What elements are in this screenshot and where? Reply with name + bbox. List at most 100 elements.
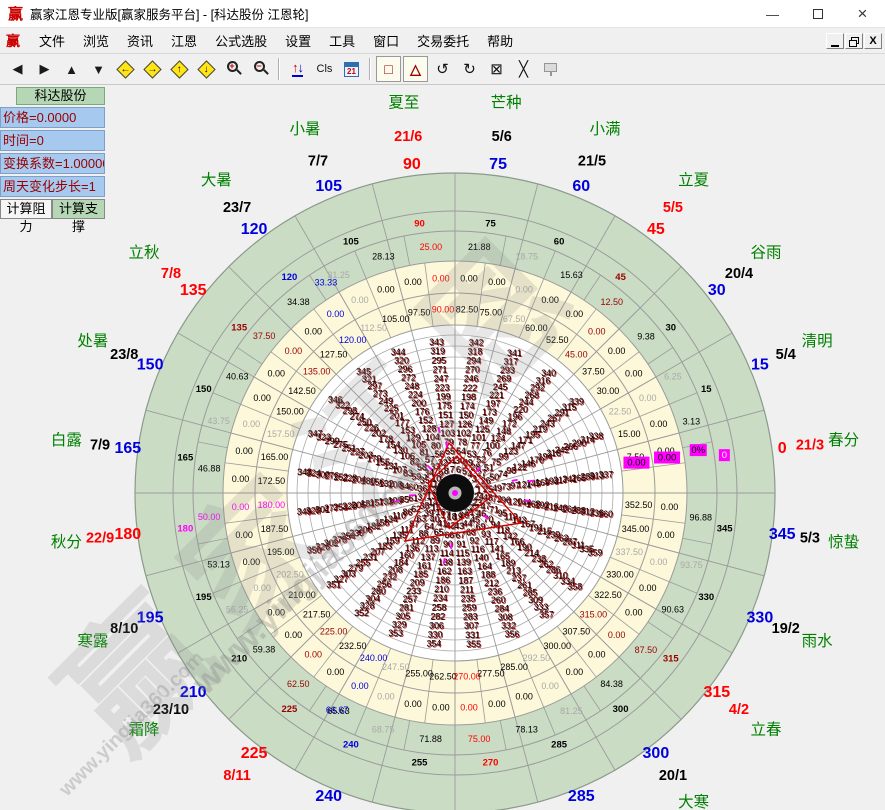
zero-ring-label: 0.00 (566, 667, 584, 677)
zero-ring-label: 0.00 (243, 557, 261, 567)
zero-ring-label: 0.00 (232, 502, 250, 512)
price-ring-label: 315.00 (580, 609, 608, 619)
menu-item-资讯[interactable]: 资讯 (118, 28, 162, 53)
menu-item-交易委托[interactable]: 交易委托 (408, 28, 478, 53)
outer-degree-label: 300 (643, 745, 670, 762)
zero-ring-label: 0.00 (515, 692, 533, 702)
solar-term-label: 谷雨 (750, 243, 781, 261)
nav-up-button[interactable]: ▲ (59, 56, 84, 82)
highlight-cell-value: 0.00 (627, 458, 646, 469)
mdi-restore-button[interactable] (845, 33, 863, 49)
sort-updown-button[interactable]: ↑↓ (285, 56, 310, 82)
solar-date-label: 23/8 (110, 347, 138, 363)
price-ring-label: 67.50 (503, 314, 526, 324)
solar-date-label: 5/6 (492, 129, 512, 145)
mdi-minimize-button[interactable] (826, 33, 844, 49)
grid-box-button[interactable]: ⊠ (484, 56, 509, 82)
parameter-field: 价格=0.0000 (0, 107, 105, 128)
minimize-button[interactable]: — (750, 0, 795, 28)
outer-degree-label: 330 (747, 609, 774, 626)
percent-ring-label: 59.38 (253, 645, 276, 655)
toolbar-separator (369, 58, 371, 80)
rotate-ccw-button[interactable]: ↺ (430, 56, 455, 82)
calc-resistance-button[interactable]: 计算阻力 (0, 199, 52, 219)
outer-degree-label: 120 (241, 221, 268, 238)
shift-left-button[interactable]: ← (113, 56, 138, 82)
menu-item-帮助[interactable]: 帮助 (478, 28, 522, 53)
solar-date-label: 22/9 (86, 531, 114, 547)
zoom-in-button[interactable]: + (221, 56, 246, 82)
outer-degree-label: 345 (769, 526, 796, 543)
screen-button[interactable] (538, 56, 563, 82)
center-cross-button[interactable]: ╳ (511, 56, 536, 82)
nav-down-button[interactable]: ▼ (86, 56, 111, 82)
solar-term-label: 夏至 (388, 94, 419, 111)
menu-item-文件[interactable]: 文件 (30, 28, 74, 53)
solar-date-label: 7/8 (161, 266, 181, 282)
solar-term-label: 小暑 (289, 120, 320, 138)
menu-item-江恩[interactable]: 江恩 (162, 28, 206, 53)
close-button[interactable]: × (840, 0, 885, 28)
solar-date-label: 20/4 (725, 266, 753, 282)
shift-right-button[interactable]: → (140, 56, 165, 82)
solar-term-label: 立春 (750, 721, 781, 739)
zero-ring-label: 0.00 (351, 295, 369, 305)
solar-term-label: 春分 (828, 431, 859, 449)
application-window: 赢 赢家江恩专业版[赢家服务平台] - [科达股份 江恩轮] — × 赢 文件浏… (0, 0, 885, 810)
maximize-button[interactable] (795, 0, 840, 28)
solar-term-label: 寒露 (77, 631, 109, 650)
percent-ring-label: 78.13 (515, 724, 538, 734)
outer-degree-label: 90 (403, 156, 421, 173)
cls-button[interactable]: Cls (312, 56, 337, 82)
menu-item-浏览[interactable]: 浏览 (74, 28, 118, 53)
nav-right-button[interactable]: ▶ (32, 56, 57, 82)
highlight-cell-value: 0% (691, 445, 705, 456)
spiral-number: 24 (474, 491, 484, 501)
zero-ring-label: 0.00 (404, 277, 422, 287)
zero-ring-label: 0.00 (661, 502, 679, 512)
rotate-cw-button[interactable]: ↻ (457, 56, 482, 82)
degree-ring-label: 300 (613, 704, 629, 715)
percent-ring-label: 21.88 (468, 242, 491, 252)
zero-ring-label: 0.00 (625, 369, 643, 379)
mdi-close-button[interactable]: X (864, 33, 882, 49)
square-tool-button[interactable]: □ (376, 56, 401, 82)
zero-ring-label: 0.00 (488, 699, 506, 709)
solar-term-label: 清明 (802, 332, 833, 350)
gann-wheel-canvas[interactable]: 1530456075901051201351501651801952102252… (0, 85, 885, 810)
parameter-field: 变换系数=1.00000 (0, 153, 105, 174)
menu-item-工具[interactable]: 工具 (320, 28, 364, 53)
percent-ring-label: 28.13 (372, 252, 395, 262)
gann-wheel[interactable]: 1530456075901051201351501651801952102252… (0, 85, 885, 810)
price-ring-label: 292.50 (523, 653, 551, 663)
price-ring-label: 120.00 (339, 335, 367, 345)
window-title: 赢家江恩专业版[赢家服务平台] - [科达股份 江恩轮] (30, 4, 308, 23)
zero-ring-label: 0.00 (304, 650, 322, 660)
menu-item-窗口[interactable]: 窗口 (364, 28, 408, 53)
calc-support-button[interactable]: 计算支撑 (52, 199, 105, 219)
calendar-button[interactable]: 21 (339, 56, 364, 82)
price-ring-label: 232.50 (339, 641, 367, 651)
solar-term-label: 大暑 (201, 171, 232, 189)
zoom-out-button[interactable]: − (248, 56, 273, 82)
menu-item-设置[interactable]: 设置 (276, 28, 320, 53)
percent-ring-label: 62.50 (287, 679, 310, 689)
price-ring-label: 210.00 (288, 590, 316, 600)
solar-date-label: 23/7 (223, 200, 251, 216)
zero-ring-label: 0.00 (541, 295, 559, 305)
shift-up-button[interactable]: ↑ (167, 56, 192, 82)
solar-date-label: 7/7 (308, 153, 328, 169)
zero-ring-label: 0.00 (285, 346, 303, 356)
zero-ring-label: 0.00 (253, 393, 271, 403)
spiral-number: 6 (456, 464, 461, 474)
shift-down-button[interactable]: ↓ (194, 56, 219, 82)
degree-ring-label: 75 (485, 218, 496, 229)
triangle-tool-button[interactable]: △ (403, 56, 428, 82)
percent-ring-label: 71.88 (419, 734, 442, 744)
percent-ring-label: 56.25 (226, 604, 249, 614)
menu-item-公式选股[interactable]: 公式选股 (206, 28, 276, 53)
price-ring-label: 75.00 (480, 308, 503, 318)
nav-left-button[interactable]: ◀ (5, 56, 30, 82)
solar-date-label: 21/3 (796, 437, 824, 453)
price-ring-label: 285.00 (500, 662, 528, 672)
